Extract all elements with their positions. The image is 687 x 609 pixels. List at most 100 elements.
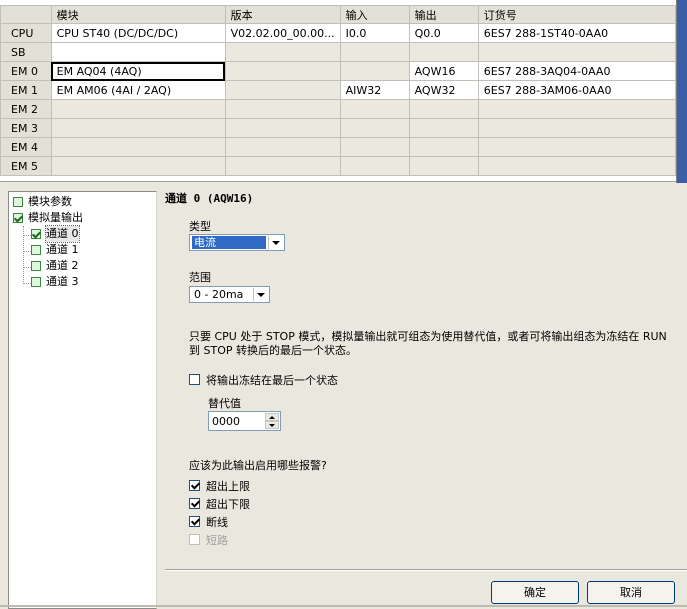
cell-output[interactable]	[408, 42, 479, 62]
alarm-wire-break-checkbox[interactable]: 断线	[189, 514, 228, 529]
tree-item-module-params[interactable]: 模块参数	[13, 194, 72, 210]
substitute-value-input[interactable]: 0000	[212, 415, 240, 428]
vertical-scrollbar[interactable]	[676, 0, 687, 183]
cell-version[interactable]	[224, 156, 341, 176]
table-row: CPU CPU ST40 (DC/DC/DC) V02.02.00_00.00.…	[0, 23, 676, 43]
range-select[interactable]: 0 - 20ma	[189, 286, 270, 303]
tree-item-channel-3[interactable]: 通道 3	[31, 274, 79, 290]
chevron-down-icon[interactable]	[268, 236, 283, 249]
freeze-output-label: 将输出冻结在最后一个状态	[206, 373, 338, 387]
row-slot[interactable]: EM 4	[0, 137, 52, 157]
cell-module[interactable]	[50, 42, 226, 62]
tree-item-label: 通道 0	[45, 225, 80, 243]
ok-button[interactable]: 确定	[491, 581, 579, 604]
row-slot[interactable]: EM 1	[0, 80, 52, 100]
table-row: EM 5	[0, 156, 676, 176]
col-header-output[interactable]: 输出	[408, 5, 479, 24]
range-label: 范围	[189, 271, 211, 284]
cell-version[interactable]	[224, 137, 341, 157]
cell-output[interactable]: Q0.0	[408, 23, 479, 43]
cell-input[interactable]: I0.0	[339, 23, 410, 43]
cell-module[interactable]	[50, 118, 226, 138]
chevron-down-icon[interactable]	[253, 288, 268, 301]
cell-output[interactable]: AQW32	[408, 80, 479, 100]
cell-output[interactable]	[408, 118, 479, 138]
substitute-value-spinner[interactable]: 0000	[208, 411, 281, 431]
table-row: EM 2	[0, 99, 676, 119]
cell-input[interactable]: AIW32	[339, 80, 410, 100]
cell-order[interactable]	[477, 42, 676, 62]
stop-mode-description: 只要 CPU 处于 STOP 模式，模拟量输出就可组态为使用替代值，或者可将输出…	[189, 330, 667, 357]
tree-item-channel-1[interactable]: 通道 1	[31, 242, 79, 258]
range-select-value: 0 - 20ma	[194, 288, 244, 301]
row-slot[interactable]: EM 2	[0, 99, 52, 119]
alarm-upper-limit-checkbox[interactable]: 超出上限	[189, 478, 250, 493]
cell-order[interactable]	[477, 137, 676, 157]
spin-down-icon[interactable]	[265, 421, 279, 429]
cell-output[interactable]	[408, 156, 479, 176]
module-table: 模块 版本 输入 输出 订货号 CPU CPU ST40 (DC/DC/DC) …	[0, 0, 676, 182]
alarm-wire-label: 断线	[206, 515, 228, 529]
cell-module[interactable]: CPU ST40 (DC/DC/DC)	[50, 23, 226, 43]
type-select[interactable]: 电流	[189, 234, 285, 251]
cell-input[interactable]	[339, 118, 410, 138]
checkbox-checked-icon	[189, 498, 200, 509]
cell-output[interactable]	[408, 137, 479, 157]
cell-module[interactable]	[50, 99, 226, 119]
cell-module[interactable]: EM AQ04 (4AQ)	[50, 61, 226, 81]
cell-version[interactable]	[224, 118, 341, 138]
checkbox-checked-icon	[189, 480, 200, 491]
col-header-order[interactable]: 订货号	[477, 5, 676, 24]
cell-order[interactable]: 6ES7 288-3AQ04-0AA0	[477, 61, 676, 81]
cell-order[interactable]: 6ES7 288-1ST40-0AA0	[477, 23, 676, 43]
cell-order[interactable]	[477, 118, 676, 138]
cell-version[interactable]	[224, 61, 341, 81]
type-select-value: 电流	[192, 236, 266, 249]
table-row: EM 0 EM AQ04 (4AQ) AQW16 6ES7 288-3AQ04-…	[0, 61, 676, 81]
cell-version[interactable]	[224, 99, 341, 119]
tree-item-channel-0[interactable]: 通道 0	[31, 225, 80, 243]
table-row: EM 1 EM AM06 (4AI / 2AQ) AIW32 AQW32 6ES…	[0, 80, 676, 100]
tree-item-analog-output[interactable]: 模拟量输出	[13, 210, 83, 226]
cell-module[interactable]	[50, 137, 226, 157]
cell-input[interactable]	[339, 156, 410, 176]
cell-order[interactable]	[477, 156, 676, 176]
cell-module[interactable]	[50, 156, 226, 176]
type-label: 类型	[189, 220, 211, 233]
cancel-button[interactable]: 取消	[587, 581, 675, 604]
cell-version[interactable]	[224, 42, 341, 62]
row-slot[interactable]: CPU	[0, 23, 52, 43]
row-slot[interactable]: EM 5	[0, 156, 52, 176]
cell-module[interactable]: EM AM06 (4AI / 2AQ)	[50, 80, 226, 100]
tree-item-channel-2[interactable]: 通道 2	[31, 258, 79, 274]
tree-connector	[23, 283, 31, 284]
green-checkbox-icon	[13, 197, 23, 207]
col-header-input[interactable]: 输入	[339, 5, 410, 24]
cell-output[interactable]: AQW16	[408, 61, 479, 81]
row-slot[interactable]: EM 0	[0, 61, 52, 81]
table-row: EM 3	[0, 118, 676, 138]
row-slot[interactable]: EM 3	[0, 118, 52, 138]
cell-version[interactable]	[224, 80, 341, 100]
table-header-row: 模块 版本 输入 输出 订货号	[0, 5, 676, 24]
tree-item-label: 通道 3	[46, 275, 79, 288]
cell-order[interactable]	[477, 99, 676, 119]
cell-input[interactable]	[339, 42, 410, 62]
alarm-lower-limit-checkbox[interactable]: 超出下限	[189, 496, 250, 511]
alarm-short-circuit-checkbox: 短路	[189, 532, 228, 547]
row-slot[interactable]: SB	[0, 42, 52, 62]
cell-order[interactable]: 6ES7 288-3AM06-0AA0	[477, 80, 676, 100]
spin-up-icon[interactable]	[265, 413, 279, 421]
col-header-version[interactable]: 版本	[224, 5, 341, 24]
freeze-output-checkbox[interactable]: 将输出冻结在最后一个状态	[189, 372, 338, 387]
col-header-module[interactable]: 模块	[50, 5, 226, 24]
cell-version[interactable]: V02.02.00_00.00...	[224, 23, 341, 43]
green-checked-icon	[31, 229, 41, 239]
cell-output[interactable]	[408, 99, 479, 119]
tree-connector	[23, 235, 31, 236]
cell-input[interactable]	[339, 61, 410, 81]
green-checked-icon	[13, 213, 23, 223]
green-checkbox-icon	[31, 261, 41, 271]
cell-input[interactable]	[339, 137, 410, 157]
cell-input[interactable]	[339, 99, 410, 119]
